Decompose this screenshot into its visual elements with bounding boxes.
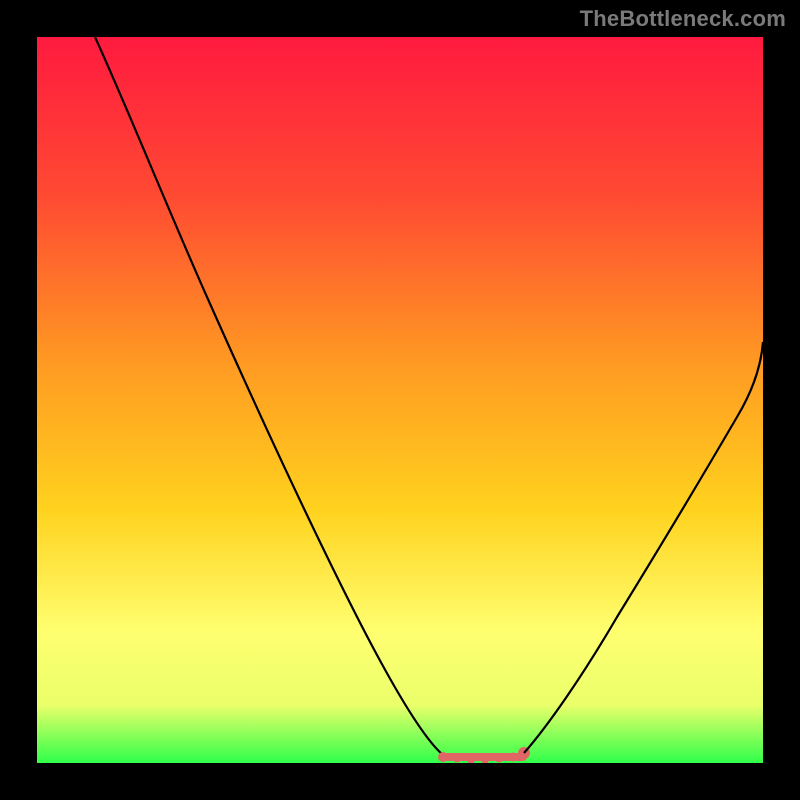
plot-area: [37, 37, 763, 763]
chart-svg: [37, 37, 763, 763]
chart-frame: TheBottleneck.com: [0, 0, 800, 800]
gradient-background: [37, 37, 763, 763]
watermark-text: TheBottleneck.com: [580, 6, 786, 32]
